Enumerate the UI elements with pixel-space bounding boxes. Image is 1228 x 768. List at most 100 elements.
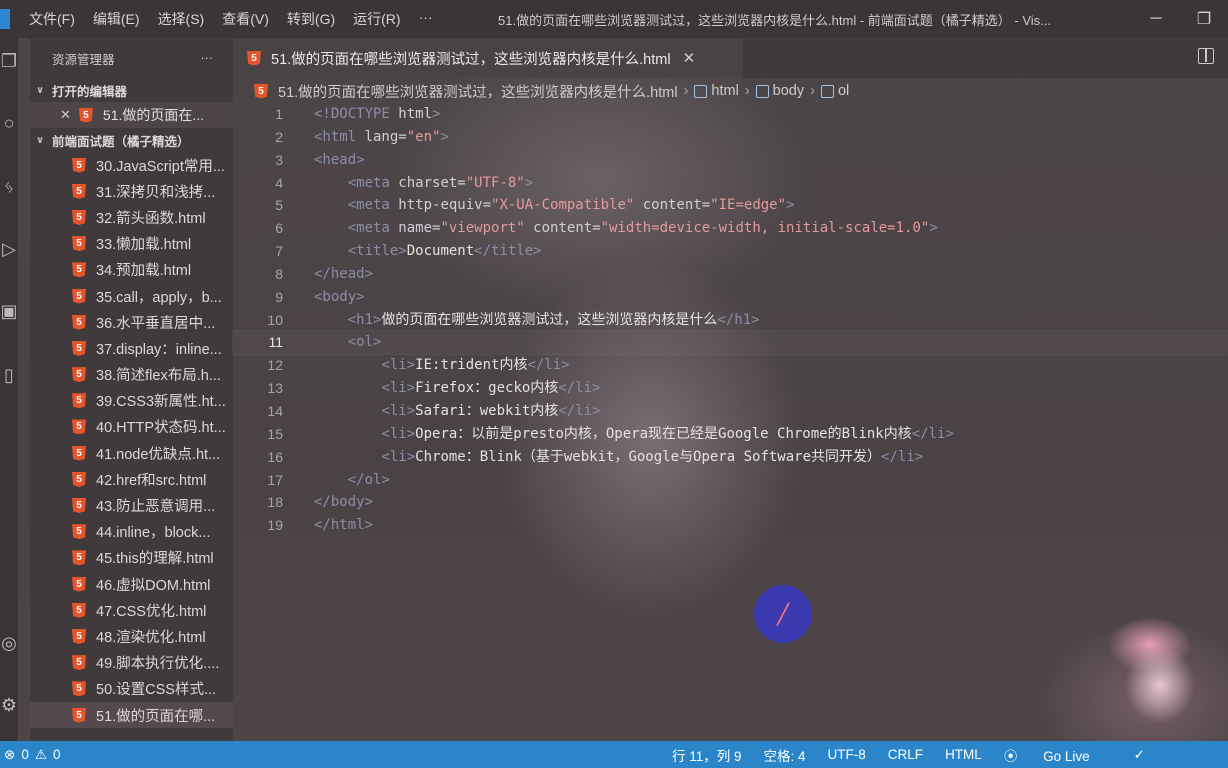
- code-token: "IE=edge": [710, 197, 787, 214]
- code-editor[interactable]: 1 <!DOCTYPE html> 2 <html lang="en"> 3 <head>…: [232, 103, 1228, 537]
- file-name: 36.水平垂直居中...: [96, 315, 216, 332]
- menu-file[interactable]: 文件(F): [20, 9, 84, 29]
- breadcrumb-file[interactable]: 51.做的页面在哪些浏览器测试过，这些浏览器内核是什么.html: [278, 81, 678, 102]
- menu-edit[interactable]: 编辑(E): [84, 9, 149, 29]
- cursor-position[interactable]: 行 11，列 9: [672, 745, 742, 765]
- window-title: 51.做的页面在哪些浏览器测试过，这些浏览器内核是什么.html - 前端面试题…: [498, 13, 1052, 28]
- run-debug-icon[interactable]: ▷: [0, 234, 18, 264]
- code-token: html: [398, 106, 433, 122]
- restore-button[interactable]: ❐: [1180, 0, 1228, 38]
- html5-file-icon: 5: [72, 157, 86, 173]
- menu-go[interactable]: 转到(G): [278, 9, 344, 29]
- file-item[interactable]: 5 35.call，apply，b...: [30, 283, 233, 309]
- chevron-down-icon: ∨: [36, 134, 45, 146]
- line-number: 16: [267, 448, 283, 465]
- file-item[interactable]: 5 46.虚拟DOM.html: [30, 571, 233, 597]
- code-line[interactable]: 19 </html>: [233, 514, 1228, 537]
- menu-run[interactable]: 运行(R): [344, 9, 409, 29]
- file-item[interactable]: 5 31.深拷贝和浅拷...: [30, 178, 233, 204]
- explorer-icon[interactable]: ❐: [0, 46, 18, 76]
- code-line[interactable]: 10 <h1>做的页面在哪些浏览器测试过，这些浏览器内核是什么</h1>: [233, 309, 1228, 332]
- go-live-button[interactable]: ⦿ Go Live: [1004, 745, 1112, 765]
- open-editor-item[interactable]: ✕ 5 51.做的页面在...: [30, 102, 233, 128]
- code-line[interactable]: 4 <meta charset="UTF-8">: [233, 172, 1228, 195]
- code-line[interactable]: 15 <li>Opera：以前是presto内核，Opera现在已经是Googl…: [233, 423, 1228, 446]
- code-line[interactable]: 16 <li>Chrome：Blink（基于webkit，Google与Oper…: [233, 446, 1228, 469]
- code-line[interactable]: 2 <html lang="en">: [233, 126, 1228, 149]
- breadcrumb-ol[interactable]: ol: [838, 83, 849, 99]
- code-line[interactable]: 5 <meta http-equiv="X-UA-Compatible" con…: [233, 194, 1228, 217]
- bookmark-icon[interactable]: ▯: [0, 360, 18, 390]
- split-editor-icon[interactable]: [1198, 48, 1214, 64]
- account-icon[interactable]: ◎: [0, 628, 18, 658]
- code-line[interactable]: 17 </ol>: [233, 469, 1228, 492]
- code-line[interactable]: 11 <ol>: [232, 330, 1228, 356]
- file-item[interactable]: 5 30.JavaScript常用...: [30, 152, 233, 178]
- file-item[interactable]: 5 36.水平垂直居中...: [30, 309, 233, 335]
- tab-close-button[interactable]: ✕: [683, 49, 696, 67]
- breadcrumb-body[interactable]: body: [773, 83, 804, 99]
- code-line[interactable]: 3 <head>: [233, 149, 1228, 172]
- line-ending[interactable]: CRLF: [888, 747, 923, 762]
- mouse-pointer-highlight: ╱: [754, 585, 812, 643]
- html5-file-icon: 5: [247, 50, 261, 66]
- code-token: <html: [314, 128, 365, 145]
- code-line[interactable]: 6 <meta name="viewport" content="width=d…: [233, 217, 1228, 240]
- file-item[interactable]: 5 32.箭头函数.html: [30, 204, 233, 230]
- code-text: <li>Firefox：gecko内核</li>: [314, 377, 600, 400]
- explorer-sidebar: 资源管理器 ··· ∨ 打开的编辑器 ✕ 5 51.做的页面在... ∨ 前端面…: [30, 38, 233, 741]
- code-text: <body>: [314, 286, 365, 309]
- extensions-icon[interactable]: ▣: [0, 296, 18, 326]
- code-token: <li>: [381, 357, 416, 374]
- language-mode[interactable]: HTML: [945, 747, 982, 762]
- file-item[interactable]: 5 37.display：inline...: [30, 335, 233, 361]
- file-item[interactable]: 5 34.预加载.html: [30, 257, 233, 283]
- file-item[interactable]: 5 45.this的理解.html: [30, 545, 233, 571]
- html5-file-icon: 5: [72, 498, 86, 514]
- code-text: <meta http-equiv="X-UA-Compatible" conte…: [314, 194, 795, 217]
- settings-gear-icon[interactable]: ⚙: [0, 690, 18, 720]
- problems-indicator[interactable]: ⊗ 0 ⚠ 0: [0, 747, 60, 763]
- indentation[interactable]: 空格: 4: [764, 745, 806, 765]
- code-token: <li>: [381, 448, 416, 465]
- source-control-icon[interactable]: ᛃ: [0, 172, 18, 202]
- file-item[interactable]: 5 42.href和src.html: [30, 466, 233, 492]
- code-text: </ol>: [314, 469, 390, 492]
- search-icon[interactable]: ○: [0, 108, 18, 138]
- file-item[interactable]: 5 51.做的页面在哪...: [30, 701, 233, 729]
- go-live-label: Go Live: [1043, 748, 1090, 764]
- file-item[interactable]: 5 50.设置CSS样式...: [30, 676, 233, 702]
- menu-more[interactable]: ···: [410, 9, 442, 29]
- file-item[interactable]: 5 48.渲染优化.html: [30, 623, 233, 649]
- file-item[interactable]: 5 49.脚本执行优化....: [30, 650, 233, 676]
- explorer-more-button[interactable]: ···: [201, 51, 214, 65]
- code-token: "width=device-width, initial-scale=1.0": [600, 220, 930, 237]
- file-item[interactable]: 5 47.CSS优化.html: [30, 597, 233, 623]
- encoding[interactable]: UTF-8: [828, 747, 866, 762]
- code-token: Firefox：gecko内核: [415, 380, 559, 397]
- file-item[interactable]: 5 44.inline，block...: [30, 519, 233, 545]
- file-item[interactable]: 5 39.CSS3新属性.ht...: [30, 388, 233, 414]
- code-line[interactable]: 14 <li>Safari：webkit内核</li>: [233, 400, 1228, 423]
- menu-view[interactable]: 查看(V): [213, 9, 278, 29]
- file-item[interactable]: 5 43.防止恶意调用...: [30, 492, 233, 518]
- code-line[interactable]: 7 <title>Document</title>: [233, 240, 1228, 263]
- file-item[interactable]: 5 33.懒加载.html: [30, 231, 233, 257]
- code-line[interactable]: 8 </head>: [233, 263, 1228, 286]
- file-item[interactable]: 5 41.node优缺点.ht...: [30, 440, 233, 466]
- code-line[interactable]: 1 <!DOCTYPE html>: [233, 103, 1228, 126]
- project-folder-section[interactable]: ∨ 前端面试题（橘子精选）: [30, 128, 233, 152]
- code-line[interactable]: 18 </body>: [233, 491, 1228, 514]
- file-item[interactable]: 5 38.简述flex布局.h...: [30, 362, 233, 388]
- menu-selection[interactable]: 选择(S): [149, 9, 214, 29]
- code-line[interactable]: 9 <body>: [233, 286, 1228, 309]
- check-icon[interactable]: ✓: [1134, 747, 1145, 763]
- code-line[interactable]: 13 <li>Firefox：gecko内核</li>: [233, 377, 1228, 400]
- minimize-button[interactable]: ─: [1132, 0, 1180, 38]
- open-editors-section[interactable]: ∨ 打开的编辑器: [30, 78, 233, 102]
- file-item[interactable]: 5 40.HTTP状态码.ht...: [30, 414, 233, 440]
- code-line[interactable]: 12 <li>IE:trident内核</li>: [233, 354, 1228, 377]
- editor-tab-active[interactable]: 5 51.做的页面在哪些浏览器测试过，这些浏览器内核是什么.html ✕: [233, 38, 743, 78]
- close-icon[interactable]: ✕: [60, 107, 71, 123]
- breadcrumb-html[interactable]: html: [711, 83, 738, 99]
